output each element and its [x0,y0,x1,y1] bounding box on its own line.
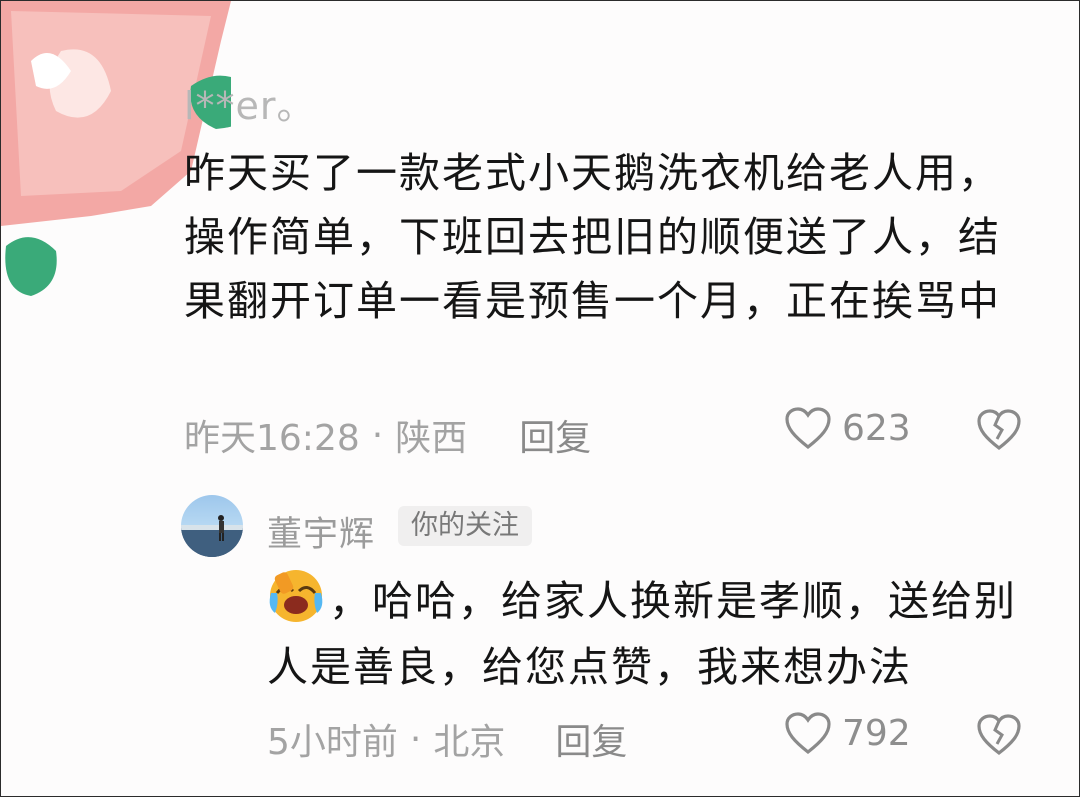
meta-separator: · [371,414,384,456]
reply-text-block: ，哈哈，给家人换新是孝顺，送给别人是善良，给您点赞，我来想办法 [267,567,1027,700]
dislike-broken-heart-icon[interactable] [976,713,1022,757]
comment-like-count: 623 [842,407,911,449]
reply-username[interactable]: 董宇辉 [267,506,375,557]
comment-location: 陕西 [395,418,468,459]
comment-username[interactable]: l**er。 [184,75,316,130]
comment-time: 昨天16:28 [184,418,360,459]
comment-meta: 昨天16:28 · 陕西 回复 [184,409,591,461]
comment-like-button[interactable]: 623 [784,406,911,450]
following-badge: 你的关注 [398,506,532,546]
reply-time: 5小时前 [267,722,398,763]
reply-text: ，哈哈，给家人换新是孝顺，送给别人是善良，给您点赞，我来想办法 [267,577,1017,691]
reply-location: 北京 [433,722,506,763]
comment-reply-button[interactable]: 回复 [519,409,591,461]
reply-like-button[interactable]: 792 [784,711,911,755]
avatar-photo [181,515,243,557]
reply-reply-button[interactable]: 回复 [555,713,627,765]
dislike-broken-heart-icon[interactable] [976,408,1022,452]
reply-meta: 5小时前 · 北京 回复 [267,713,627,765]
screenshot-frame: l**er。 昨天买了一款老式小天鹅洗衣机给老人用，操作简单，下班回去把旧的顺便… [0,0,1080,797]
reply-user-avatar[interactable] [181,495,243,557]
heart-icon[interactable] [784,711,832,755]
reply-like-count: 792 [842,712,911,754]
comment-text: 昨天买了一款老式小天鹅洗衣机给老人用，操作简单，下班回去把旧的顺便送了人，结果翻… [184,149,1001,325]
heart-icon[interactable] [784,406,832,450]
laughing-crying-emoji-icon [269,570,323,622]
meta-separator: · [409,718,422,760]
